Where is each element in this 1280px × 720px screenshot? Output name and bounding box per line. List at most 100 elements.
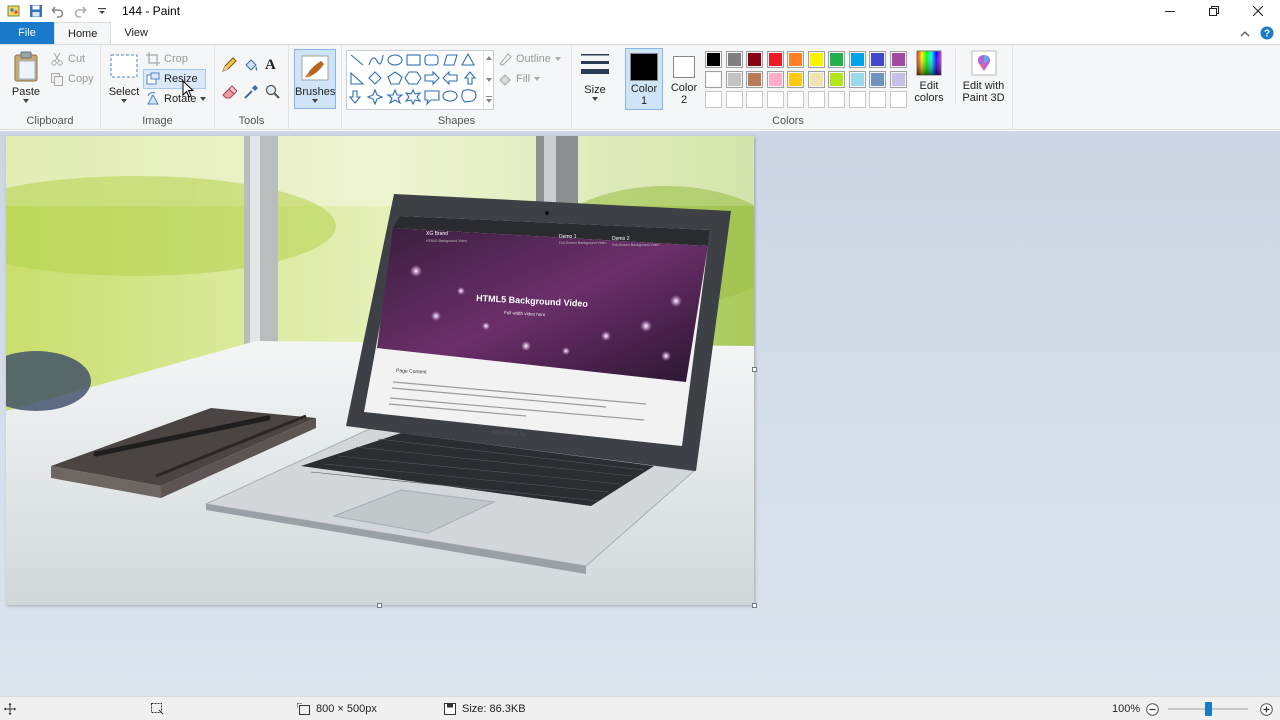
- zoom-in-icon: [1260, 702, 1273, 716]
- fill-button[interactable]: Fill: [498, 69, 561, 89]
- undo-icon[interactable]: [50, 3, 66, 19]
- color2-button[interactable]: Color 2: [666, 48, 702, 110]
- color1-swatch: [630, 53, 658, 81]
- outline-label: Outline: [516, 53, 551, 65]
- palette-swatch[interactable]: [705, 71, 722, 88]
- restore-button[interactable]: [1192, 0, 1236, 22]
- custom-color-slot[interactable]: [848, 91, 866, 108]
- palette-swatch[interactable]: [869, 71, 886, 88]
- zoom-slider-thumb[interactable]: [1204, 702, 1212, 716]
- palette-swatch[interactable]: [848, 51, 866, 68]
- palette-swatch[interactable]: [889, 71, 907, 88]
- file-size-text: Size: 86.3KB: [462, 703, 526, 715]
- custom-color-slot[interactable]: [766, 91, 784, 108]
- palette-swatch-color: [748, 73, 761, 86]
- custom-color-slot[interactable]: [889, 91, 907, 108]
- window-title: 144 - Paint: [122, 4, 181, 18]
- palette-swatch[interactable]: [828, 71, 845, 88]
- palette-swatch[interactable]: [848, 71, 866, 88]
- fill-bucket-icon[interactable]: [243, 57, 265, 76]
- canvas-resize-handle-bottom[interactable]: [377, 603, 382, 608]
- select-button[interactable]: Select: [107, 51, 141, 103]
- palette-swatch[interactable]: [787, 51, 804, 68]
- palette-swatch[interactable]: [746, 51, 763, 68]
- palette-swatch[interactable]: [766, 71, 784, 88]
- palette-swatch[interactable]: [725, 71, 743, 88]
- zoom-out-button[interactable]: [1146, 697, 1159, 720]
- custom-color-slot[interactable]: [828, 91, 845, 108]
- palette-swatch-color: [830, 73, 843, 86]
- palette-swatch[interactable]: [766, 51, 784, 68]
- palette-swatch[interactable]: [807, 51, 825, 68]
- copy-button[interactable]: Copy: [50, 69, 94, 89]
- cut-button[interactable]: Cut: [50, 49, 94, 69]
- palette-swatch[interactable]: [889, 51, 907, 68]
- outline-dropdown-icon: [554, 57, 561, 61]
- palette-swatch[interactable]: [787, 71, 804, 88]
- palette-swatch[interactable]: [746, 71, 763, 88]
- magnifier-icon[interactable]: [265, 84, 287, 103]
- pencil-icon[interactable]: [221, 57, 243, 76]
- zoom-in-button[interactable]: [1260, 697, 1273, 720]
- tab-file[interactable]: File: [0, 22, 54, 44]
- text-tool-icon[interactable]: A: [265, 57, 287, 76]
- shapes-gallery-icons[interactable]: [347, 51, 493, 109]
- drawing-canvas[interactable]: XG Brand HTML5 Background Video Demo 1 F…: [6, 136, 754, 605]
- shapes-group: Outline Fill Shapes: [342, 45, 572, 129]
- eraser-icon[interactable]: [221, 84, 243, 103]
- disk-icon: [444, 703, 456, 715]
- canvas-resize-handle-right[interactable]: [752, 367, 757, 372]
- custom-color-slot[interactable]: [746, 91, 763, 108]
- rotate-dropdown-icon[interactable]: [200, 97, 207, 101]
- brushes-dropdown-icon[interactable]: [312, 99, 318, 103]
- custom-color-slot[interactable]: [705, 91, 722, 108]
- palette-swatch-color: [707, 53, 720, 66]
- size-button[interactable]: Size: [577, 51, 613, 101]
- select-dropdown-icon[interactable]: [121, 99, 127, 103]
- color-picker-icon[interactable]: [243, 84, 265, 103]
- edit-colors-button[interactable]: Edit colors: [912, 49, 946, 104]
- paste-button[interactable]: Paste: [6, 51, 46, 103]
- close-button[interactable]: [1236, 0, 1280, 22]
- canvas-workarea[interactable]: XG Brand HTML5 Background Video Demo 1 F…: [0, 131, 1280, 696]
- custom-color-slot[interactable]: [807, 91, 825, 108]
- demo2-sub-text: Full-Screen Background Video: [612, 243, 659, 247]
- tools-group: A Tools: [215, 45, 289, 129]
- status-bar: 800 × 500px Size: 86.3KB 100%: [0, 696, 1280, 720]
- custom-color-slot[interactable]: [787, 91, 804, 108]
- collapse-ribbon-icon[interactable]: [1240, 29, 1250, 41]
- save-icon[interactable]: [28, 3, 44, 19]
- redo-icon[interactable]: [72, 3, 88, 19]
- canvas-resize-handle-corner[interactable]: [752, 603, 757, 608]
- size-dropdown-icon[interactable]: [592, 97, 598, 101]
- palette-swatch[interactable]: [725, 51, 743, 68]
- palette-swatch-color: [707, 73, 720, 86]
- tab-view[interactable]: View: [111, 22, 161, 44]
- palette-swatch-color: [871, 73, 884, 86]
- outline-button[interactable]: Outline: [498, 49, 561, 69]
- color1-button[interactable]: Color 1: [625, 48, 663, 110]
- ribbon: Paste Cut Copy Clipboard Select Crop Res…: [0, 44, 1280, 130]
- brushes-button[interactable]: Brushes: [294, 49, 336, 109]
- tab-home[interactable]: Home: [54, 22, 112, 44]
- palette-swatch[interactable]: [869, 51, 886, 68]
- customize-toolbar-chevron-icon[interactable]: [94, 3, 110, 19]
- crop-icon: [146, 52, 160, 66]
- shapes-gallery-scroll[interactable]: [483, 51, 493, 109]
- rotate-button[interactable]: Rotate: [146, 89, 207, 109]
- palette-swatch-color: [768, 53, 782, 66]
- paste-dropdown-icon[interactable]: [23, 99, 29, 103]
- custom-color-slot[interactable]: [869, 91, 886, 108]
- help-icon[interactable]: ?: [1260, 26, 1274, 43]
- edit-colors-label-line2: colors: [914, 92, 944, 104]
- crop-button[interactable]: Crop: [146, 49, 206, 69]
- resize-button[interactable]: Resize: [143, 69, 207, 89]
- palette-swatch[interactable]: [705, 51, 722, 68]
- palette-swatch[interactable]: [807, 71, 825, 88]
- palette-swatch[interactable]: [828, 51, 845, 68]
- edit-with-paint3d-button[interactable]: Edit with Paint 3D: [955, 49, 1011, 104]
- zoom-slider[interactable]: [1168, 697, 1248, 720]
- minimize-button[interactable]: [1148, 0, 1192, 22]
- paint-app-icon[interactable]: [6, 3, 22, 19]
- custom-color-slot[interactable]: [725, 91, 743, 108]
